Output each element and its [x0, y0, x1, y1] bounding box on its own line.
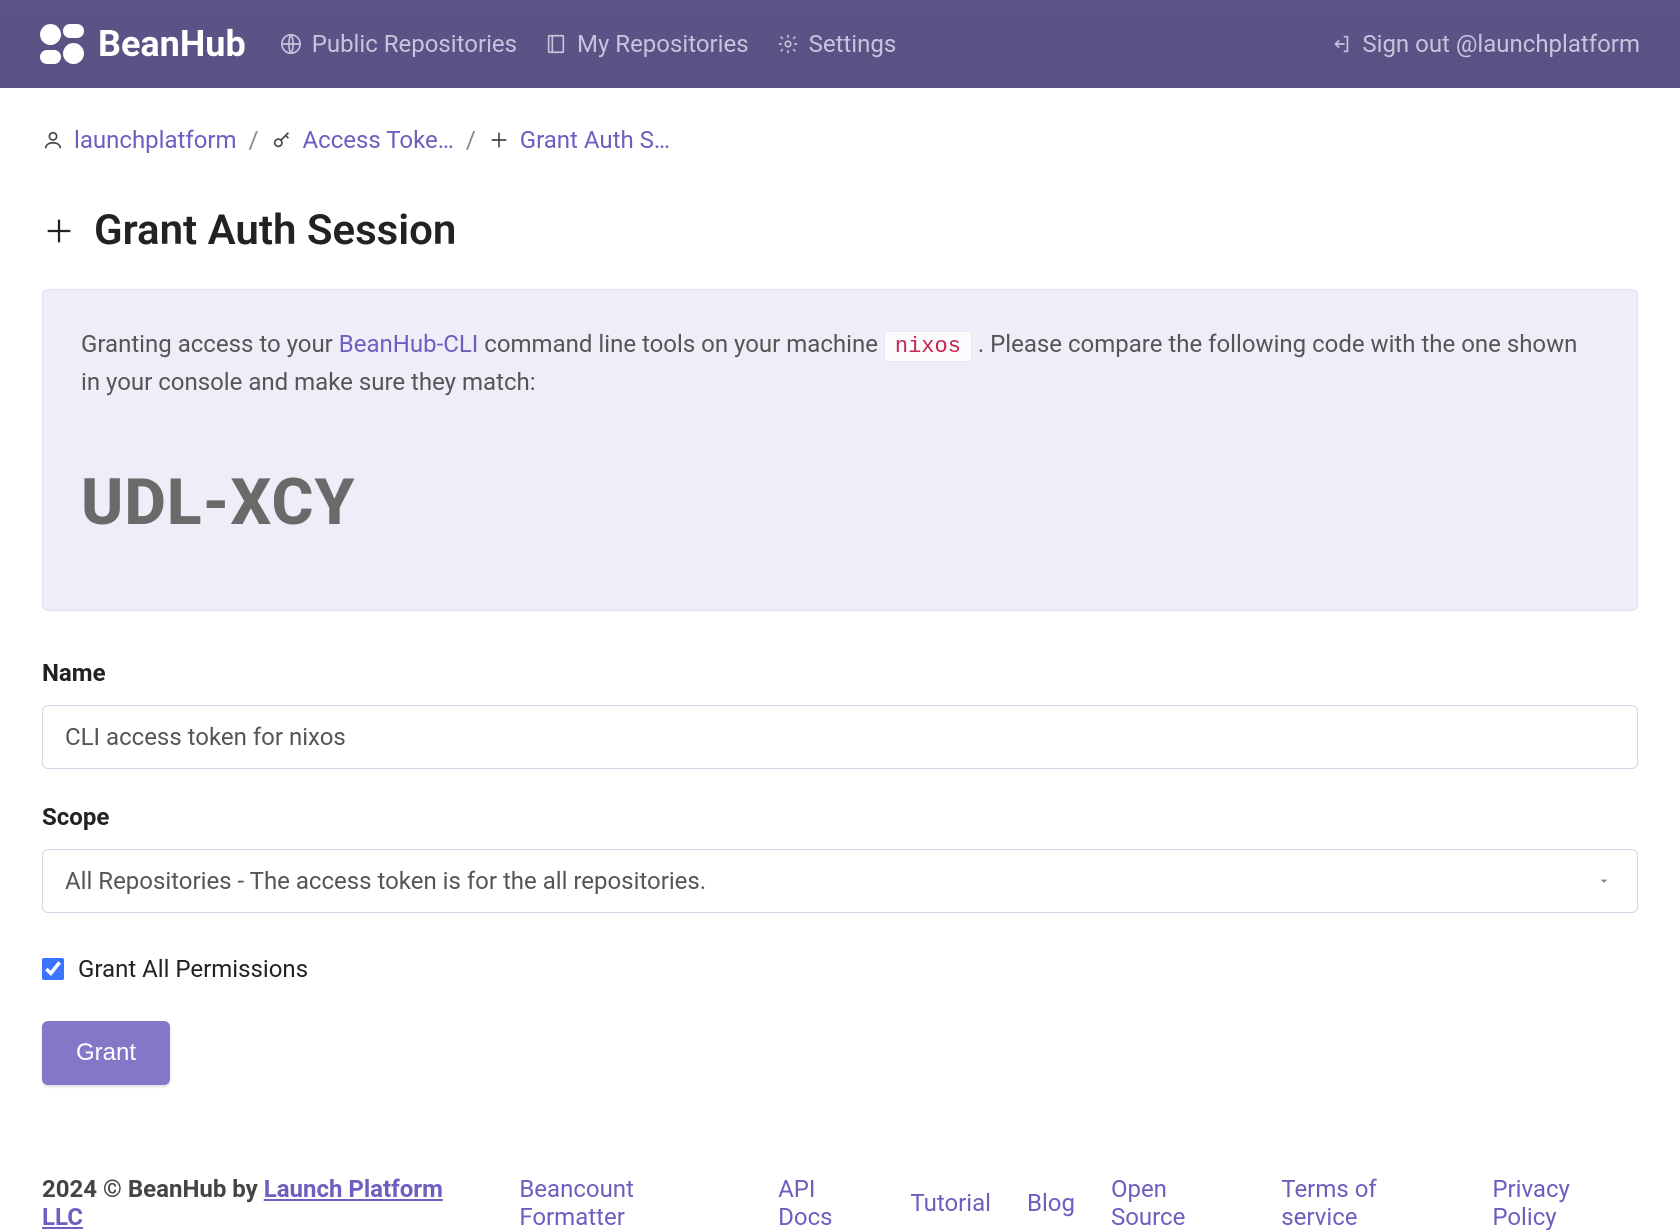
nav-public-repositories-label: Public Repositories — [312, 30, 517, 58]
plus-icon — [42, 214, 76, 248]
footer-link-formatter[interactable]: Beancount Formatter — [519, 1175, 742, 1230]
footer-link-blog[interactable]: Blog — [1027, 1189, 1075, 1217]
top-navbar: BeanHub Public Repositories My Repositor… — [0, 0, 1680, 88]
page-title-block: Grant Auth Session — [0, 154, 1680, 289]
auth-code: UDL-XCY — [81, 465, 1599, 540]
gear-icon — [777, 33, 799, 55]
footer-link-privacy[interactable]: Privacy Policy — [1492, 1175, 1638, 1230]
globe-icon — [280, 33, 302, 55]
navlinks: Public Repositories My Repositories Sett… — [280, 30, 1331, 58]
nav-signout-label: Sign out @launchplatform — [1362, 30, 1640, 58]
page-title: Grant Auth Session — [94, 206, 456, 255]
form-scope-section: Scope All Repositories - The access toke… — [0, 793, 1680, 937]
grant-description: Granting access to your BeanHub-CLI comm… — [81, 326, 1599, 401]
nav-settings[interactable]: Settings — [777, 30, 897, 58]
breadcrumb-grant-auth[interactable]: Grant Auth S… — [520, 126, 670, 154]
brand-logo-icon — [40, 24, 84, 64]
machine-name-code: nixos — [884, 331, 972, 362]
footer: 2024 © BeanHub by Launch Platform LLC Be… — [0, 1085, 1680, 1230]
breadcrumb-separator: / — [249, 126, 259, 154]
footer-copyright: 2024 © BeanHub by Launch Platform LLC — [42, 1175, 483, 1230]
grant-all-permissions-row: Grant All Permissions — [0, 937, 1680, 983]
grant-info-card: Granting access to your BeanHub-CLI comm… — [42, 289, 1638, 611]
footer-link-tutorial[interactable]: Tutorial — [910, 1189, 991, 1217]
plus-icon — [488, 129, 510, 151]
footer-link-tos[interactable]: Terms of service — [1281, 1175, 1456, 1230]
breadcrumb-user[interactable]: launchplatform — [74, 126, 237, 154]
brand-name: BeanHub — [98, 23, 246, 65]
breadcrumb: launchplatform / Access Toke… / Grant Au… — [0, 88, 1680, 154]
key-icon — [271, 129, 293, 151]
breadcrumb-access-tokens[interactable]: Access Toke… — [303, 126, 454, 154]
form-name-section: Name — [0, 611, 1680, 793]
brand[interactable]: BeanHub — [40, 23, 246, 65]
nav-settings-label: Settings — [809, 30, 897, 58]
grant-all-permissions-checkbox[interactable] — [42, 958, 64, 980]
beanhub-cli-link[interactable]: BeanHub-CLI — [339, 330, 479, 358]
signout-icon — [1330, 33, 1352, 55]
breadcrumb-separator: / — [466, 126, 476, 154]
name-label: Name — [42, 659, 1638, 687]
book-icon — [545, 33, 567, 55]
footer-link-api-docs[interactable]: API Docs — [778, 1175, 874, 1230]
nav-signout[interactable]: Sign out @launchplatform — [1330, 30, 1640, 58]
grant-all-permissions-label: Grant All Permissions — [78, 955, 308, 983]
scope-select[interactable]: All Repositories - The access token is f… — [42, 849, 1638, 913]
nav-my-repositories[interactable]: My Repositories — [545, 30, 749, 58]
user-icon — [42, 129, 64, 151]
nav-my-repositories-label: My Repositories — [577, 30, 749, 58]
name-input[interactable] — [42, 705, 1638, 769]
footer-link-opensource[interactable]: Open Source — [1111, 1175, 1245, 1230]
scope-label: Scope — [42, 803, 1638, 831]
grant-button[interactable]: Grant — [42, 1021, 170, 1085]
nav-public-repositories[interactable]: Public Repositories — [280, 30, 517, 58]
